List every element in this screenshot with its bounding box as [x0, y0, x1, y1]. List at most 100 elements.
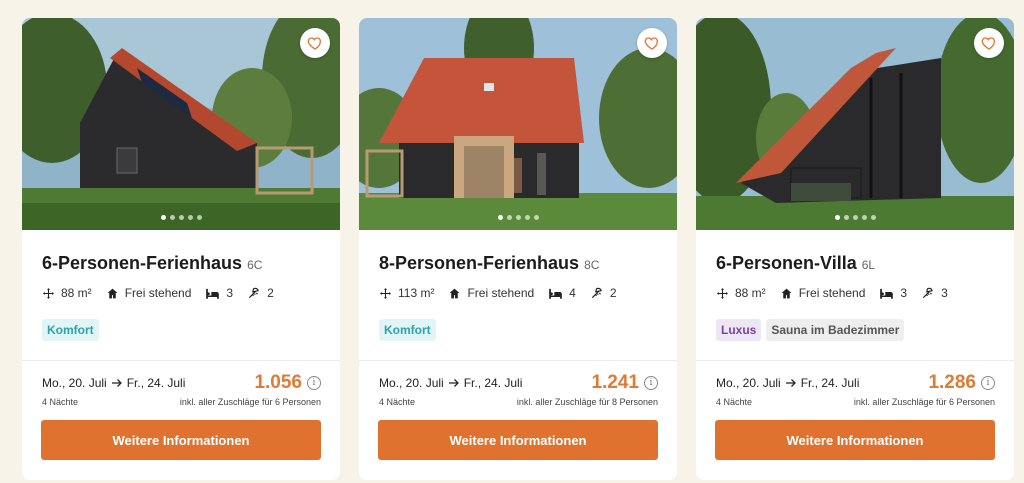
carousel-dot[interactable]: [861, 215, 867, 220]
house-photo-image: [22, 18, 340, 230]
price-row: 1.286 i: [928, 372, 995, 394]
bed-icon: [206, 288, 220, 299]
carousel-dot[interactable]: [852, 215, 858, 220]
carousel-dot[interactable]: [497, 215, 503, 220]
date-to: Fr., 24. Juli: [463, 376, 523, 390]
date-range: Mo., 20. Juli Fr., 24. Juli: [716, 376, 859, 390]
more-info-button[interactable]: Weitere Informationen: [378, 420, 658, 460]
tag-list: Komfort: [42, 319, 99, 341]
info-icon[interactable]: i: [307, 376, 321, 390]
house-icon: [450, 288, 460, 298]
heart-icon: [307, 37, 322, 50]
feature-bedrooms-label: 3: [900, 286, 908, 300]
nights-count: 4 Nächte: [716, 397, 753, 407]
date-range: Mo., 20. Juli Fr., 24. Juli: [379, 376, 522, 390]
feature-bedrooms: 4: [548, 286, 576, 300]
house-photo[interactable]: [359, 18, 677, 230]
price-note: inkl. aller Zuschläge für 8 Personen: [516, 397, 658, 407]
listing-code: 6L: [861, 258, 876, 272]
feature-bathrooms: 2: [590, 286, 617, 300]
carousel-dot[interactable]: [524, 215, 530, 220]
feature-type: Frei stehend: [448, 286, 534, 300]
carousel-dot[interactable]: [196, 215, 202, 220]
house-photo[interactable]: [22, 18, 340, 230]
feature-list: 88 m² Frei stehend 3 3: [716, 286, 962, 300]
listing-code: 8C: [584, 258, 600, 272]
price-row: 1.241 i: [591, 372, 658, 394]
more-info-button[interactable]: Weitere Informationen: [715, 420, 995, 460]
listing-card[interactable]: 6-Personen-Villa 6L 88 m² Frei stehend 3…: [696, 18, 1014, 480]
feature-type-label: Frei stehend: [124, 286, 192, 300]
date-from: Mo., 20. Juli: [42, 376, 107, 390]
tag-list: Komfort: [379, 319, 436, 341]
image-carousel-dots[interactable]: [696, 215, 1014, 220]
carousel-dot[interactable]: [515, 215, 521, 220]
house-photo-image: [359, 18, 677, 230]
shower-icon: [248, 287, 259, 299]
tag-list: Luxus Sauna im Badezimmer: [716, 319, 905, 341]
listing-card[interactable]: 8-Personen-Ferienhaus 8C 113 m² Frei ste…: [359, 18, 677, 480]
price-value: 1.056: [254, 372, 302, 393]
feature-bedrooms: 3: [879, 286, 907, 300]
favorite-button[interactable]: [637, 28, 667, 58]
listing-card[interactable]: 6-Personen-Ferienhaus 6C 88 m² Frei steh…: [22, 18, 340, 480]
feature-bathrooms-label: 3: [941, 286, 948, 300]
house-photo[interactable]: [696, 18, 1014, 230]
feature-type: Frei stehend: [780, 286, 866, 300]
carousel-dot[interactable]: [160, 215, 166, 220]
feature-bedrooms-label: 3: [226, 286, 234, 300]
nights-count: 4 Nächte: [379, 397, 416, 407]
shower-icon: [591, 287, 602, 299]
feature-type: Frei stehend: [106, 286, 192, 300]
carousel-dot[interactable]: [533, 215, 539, 220]
feature-area: 88 m²: [42, 286, 92, 300]
listing-title-row: 6-Personen-Ferienhaus 6C: [42, 253, 262, 274]
feature-list: 88 m² Frei stehend 3 2: [42, 286, 288, 300]
bed-icon: [549, 288, 563, 299]
carousel-dot[interactable]: [870, 215, 876, 220]
info-icon[interactable]: i: [644, 376, 658, 390]
carousel-dot[interactable]: [843, 215, 849, 220]
carousel-dot[interactable]: [506, 215, 512, 220]
move-arrows-icon: [717, 287, 728, 299]
listing-title[interactable]: 6-Personen-Ferienhaus: [42, 253, 242, 274]
tag-komfort: Komfort: [42, 319, 99, 341]
more-info-button[interactable]: Weitere Informationen: [41, 420, 321, 460]
favorite-button[interactable]: [974, 28, 1004, 58]
heart-icon: [981, 37, 996, 50]
image-carousel-dots[interactable]: [22, 215, 340, 220]
divider: [359, 360, 677, 361]
arrow-right-icon: [448, 379, 459, 387]
arrow-right-icon: [785, 379, 796, 387]
date-to: Fr., 24. Juli: [800, 376, 860, 390]
move-arrows-icon: [380, 287, 391, 299]
feature-area: 113 m²: [379, 286, 434, 300]
feature-type-label: Frei stehend: [467, 286, 535, 300]
listing-title[interactable]: 6-Personen-Villa: [716, 253, 857, 274]
date-from: Mo., 20. Juli: [716, 376, 781, 390]
listing-title[interactable]: 8-Personen-Ferienhaus: [379, 253, 579, 274]
info-icon[interactable]: i: [981, 376, 995, 390]
feature-bathrooms-label: 2: [609, 286, 617, 300]
house-icon: [781, 288, 792, 298]
listing-title-row: 8-Personen-Ferienhaus 8C: [379, 253, 599, 274]
tag-luxus: Luxus: [716, 319, 762, 341]
feature-bathrooms: 2: [247, 286, 274, 300]
feature-area-label: 113 m²: [398, 286, 435, 300]
favorite-button[interactable]: [300, 28, 330, 58]
carousel-dot[interactable]: [178, 215, 184, 220]
feature-list: 113 m² Frei stehend 4 2: [379, 286, 631, 300]
carousel-dot[interactable]: [187, 215, 193, 220]
price-value: 1.286: [928, 372, 976, 393]
feature-area: 88 m²: [716, 286, 766, 300]
shower-icon: [922, 287, 933, 299]
carousel-dot[interactable]: [834, 215, 840, 220]
date-to: Fr., 24. Juli: [126, 376, 186, 390]
divider: [22, 360, 340, 361]
listing-title-row: 6-Personen-Villa 6L: [716, 253, 875, 274]
feature-type-label: Frei stehend: [798, 286, 866, 300]
house-photo-image: [696, 18, 1014, 230]
image-carousel-dots[interactable]: [359, 215, 677, 220]
house-icon: [107, 288, 118, 298]
carousel-dot[interactable]: [169, 215, 175, 220]
